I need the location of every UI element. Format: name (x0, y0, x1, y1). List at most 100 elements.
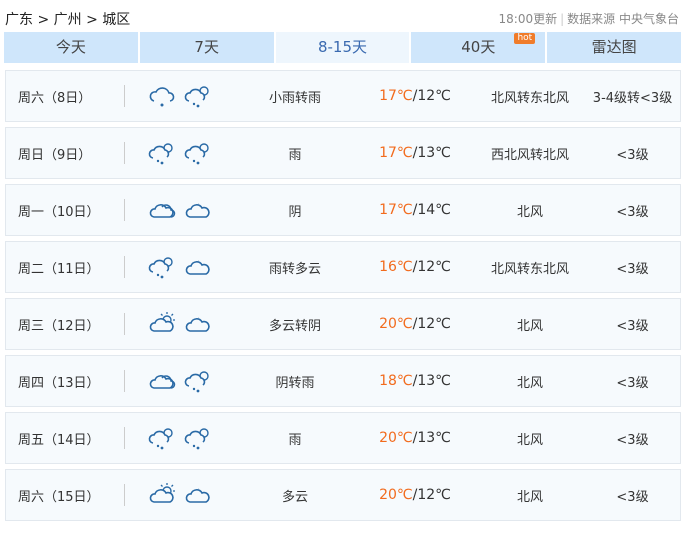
weather-icons (125, 254, 235, 280)
forecast-row: 周四（13日） 阴转雨 18℃/13℃ 北风 <3级 (5, 355, 681, 407)
update-time: 18:00更新 (498, 12, 558, 26)
day-label: 周四（13日） (18, 375, 100, 391)
forecast-row: 周日（9日） 雨 17℃/13℃ 西北风转北风 <3级 (5, 127, 681, 179)
wind-direction: 西北风转北风 (490, 147, 569, 163)
tab-3[interactable]: 40天 hot (411, 32, 546, 63)
temperature: 17℃/13℃ (355, 145, 475, 161)
temp-low: /12℃ (412, 316, 451, 332)
forecast-tabs: 今天 7天 8-15天 40天 hot 雷达图 (4, 32, 681, 63)
temperature: 17℃/14℃ (355, 202, 475, 218)
day-label: 周五（14日） (18, 432, 100, 448)
tab-4[interactable]: 雷达图 (547, 32, 681, 63)
forecast-row: 周五（14日） 雨 20℃/13℃ 北风 <3级 (5, 412, 681, 464)
temp-low: /14℃ (412, 202, 451, 218)
weather-icons (125, 83, 235, 109)
weather-desc: 多云 (281, 489, 308, 505)
tab-2[interactable]: 8-15天 (275, 32, 410, 63)
cloudy-night-icon (185, 260, 210, 275)
temp-high: 20℃ (379, 430, 413, 446)
temp-high: 17℃ (379, 145, 413, 161)
tab-label: 今天 (55, 38, 86, 56)
wind-direction: 北风转东北风 (490, 90, 569, 106)
cloudy-night-icon (185, 317, 210, 332)
forecast-row: 周一（10日） 阴 17℃/14℃ 北风 <3级 (5, 184, 681, 236)
temp-low: /13℃ (412, 373, 451, 389)
forecast-row: 周二（11日） 雨转多云 16℃/12℃ 北风转东北风 <3级 (5, 241, 681, 293)
tab-1[interactable]: 7天 (139, 32, 274, 63)
temp-high: 18℃ (379, 373, 413, 389)
wind-direction: 北风 (516, 318, 543, 334)
rain-icon (149, 87, 175, 107)
weather-desc: 小雨转雨 (268, 90, 321, 106)
wind-level: <3级 (616, 147, 649, 163)
cloudy-day-icon (149, 483, 175, 503)
wind-level: <3级 (616, 375, 649, 391)
wind-level: <3级 (616, 489, 649, 505)
temp-low: /12℃ (412, 259, 451, 275)
wind-direction: 北风 (516, 489, 543, 505)
temperature: 20℃/13℃ (355, 430, 475, 446)
temp-low: /13℃ (412, 430, 451, 446)
temp-high: 16℃ (379, 259, 413, 275)
forecast-row: 周六（8日） 小雨转雨 17℃/12℃ 北风转东北风 3-4级转<3级 (5, 70, 681, 122)
cloudy-day-icon (149, 312, 175, 332)
temperature: 20℃/12℃ (355, 487, 475, 503)
weather-desc: 雨转多云 (268, 261, 321, 277)
wind-direction: 北风 (516, 375, 543, 391)
weather-desc: 雨 (288, 432, 302, 448)
temperature: 16℃/12℃ (355, 259, 475, 275)
tab-label: 8-15天 (317, 38, 368, 56)
weather-desc: 阴 (288, 204, 302, 220)
cloudy-night-icon (185, 203, 210, 218)
temp-low: /12℃ (412, 88, 451, 104)
weather-icons (125, 140, 235, 166)
rain-cloud-icon (148, 428, 173, 450)
weather-icons (125, 368, 235, 394)
rain-cloud-icon (184, 371, 209, 393)
rain-cloud-icon (184, 86, 209, 108)
breadcrumb[interactable]: 广东 > 广州 > 城区 (5, 9, 130, 29)
day-label: 周日（9日） (18, 147, 92, 163)
weather-icons (125, 425, 235, 451)
wind-direction: 北风 (516, 204, 543, 220)
tab-label: 雷达图 (591, 38, 637, 56)
weather-desc: 阴转雨 (275, 375, 315, 391)
weather-desc: 雨 (288, 147, 302, 163)
data-source: 数据来源 中央气象台 (567, 12, 679, 26)
temp-low: /12℃ (412, 487, 451, 503)
update-info: 18:00更新 | 数据来源 中央气象台 (498, 12, 679, 26)
weather-icons (125, 311, 235, 337)
wind-direction: 北风 (516, 432, 543, 448)
wind-level: <3级 (616, 204, 649, 220)
temp-high: 20℃ (379, 487, 413, 503)
temperature: 18℃/13℃ (355, 373, 475, 389)
rain-cloud-icon (148, 257, 173, 279)
forecast-row: 周三（12日） 多云转阴 20℃/12℃ 北风 <3级 (5, 298, 681, 350)
wind-direction: 北风转东北风 (490, 261, 569, 277)
day-label: 周二（11日） (18, 261, 100, 277)
tab-label: 40天 (461, 38, 496, 56)
overcast-icon (149, 204, 176, 218)
temp-high: 17℃ (379, 202, 413, 218)
tab-0[interactable]: 今天 (4, 32, 138, 63)
day-label: 周六（8日） (18, 90, 92, 106)
day-label: 周三（12日） (18, 318, 100, 334)
wind-level: <3级 (616, 318, 649, 334)
rain-cloud-icon (148, 143, 173, 165)
weather-icons (125, 482, 235, 508)
overcast-icon (149, 375, 176, 389)
rain-cloud-icon (184, 428, 209, 450)
wind-level: <3级 (616, 261, 649, 277)
temperature: 17℃/12℃ (355, 88, 475, 104)
tab-label: 7天 (194, 38, 219, 56)
temp-high: 20℃ (379, 316, 413, 332)
wind-level: <3级 (616, 432, 649, 448)
day-label: 周一（10日） (18, 204, 100, 220)
cloudy-night-icon (185, 488, 210, 503)
wind-level: 3-4级转<3级 (592, 90, 673, 106)
forecast-row: 周六（15日） 多云 20℃/12℃ 北风 <3级 (5, 469, 681, 521)
temp-high: 17℃ (379, 88, 413, 104)
weather-icons (125, 197, 235, 223)
weather-desc: 多云转阴 (268, 318, 321, 334)
rain-cloud-icon (184, 143, 209, 165)
